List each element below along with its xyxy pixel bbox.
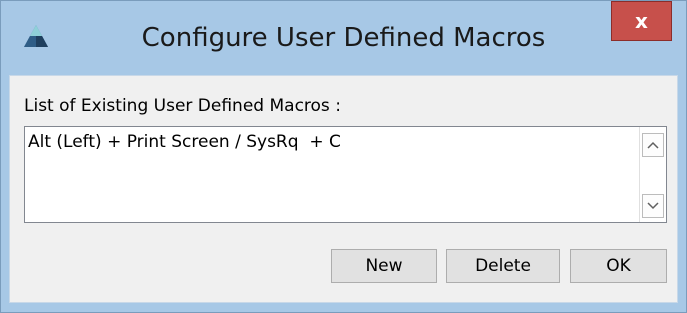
- vertical-scrollbar[interactable]: [639, 127, 666, 222]
- delete-button[interactable]: Delete: [446, 249, 560, 283]
- window-title: Configure User Defined Macros: [141, 23, 546, 53]
- dialog-content: List of Existing User Defined Macros : A…: [9, 75, 678, 303]
- scroll-up-button[interactable]: [642, 133, 664, 157]
- scroll-down-button[interactable]: [642, 194, 664, 218]
- ok-button[interactable]: OK: [570, 249, 667, 283]
- macro-listbox[interactable]: Alt (Left) + Print Screen / SysRq + C: [24, 126, 667, 223]
- new-button[interactable]: New: [331, 249, 437, 283]
- list-item[interactable]: Alt (Left) + Print Screen / SysRq + C: [28, 132, 341, 152]
- chevron-up-icon: [647, 136, 659, 154]
- chevron-down-icon: [647, 197, 659, 215]
- dialog-window: Configure User Defined Macros x List of …: [0, 0, 687, 313]
- close-button[interactable]: x: [611, 1, 672, 41]
- close-icon: x: [635, 9, 648, 33]
- macro-list-label: List of Existing User Defined Macros :: [24, 96, 341, 116]
- title-bar[interactable]: Configure User Defined Macros x: [1, 1, 686, 75]
- app-triangle-icon: [23, 23, 49, 49]
